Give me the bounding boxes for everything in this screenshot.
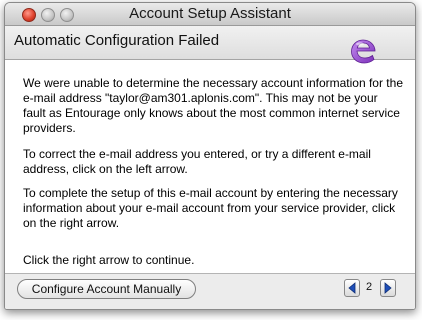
account-setup-window: Account Setup Assistant Automatic Config… [4,2,416,310]
window-title: Account Setup Assistant [129,5,291,22]
configure-account-manually-button[interactable]: Configure Account Manually [17,279,196,299]
step-title: Automatic Configuration Failed [14,32,220,49]
previous-step-button[interactable] [344,279,360,297]
right-arrow-icon [384,282,392,294]
title-bar[interactable]: Account Setup Assistant [5,3,415,26]
entourage-logo-icon [348,37,378,67]
continue-instructions: Click the right arrow to continue. [23,253,195,267]
assistant-footer: Configure Account Manually 2 [5,273,415,309]
next-step-button[interactable] [380,279,396,297]
left-arrow-icon [348,282,356,294]
error-explanation-text: We were unable to determine the necessar… [23,76,403,135]
manual-setup-instructions: To complete the setup of this e-mail acc… [23,186,398,230]
page-number: 2 [365,281,373,293]
correct-address-instructions: To correct the e-mail address you entere… [23,147,371,176]
